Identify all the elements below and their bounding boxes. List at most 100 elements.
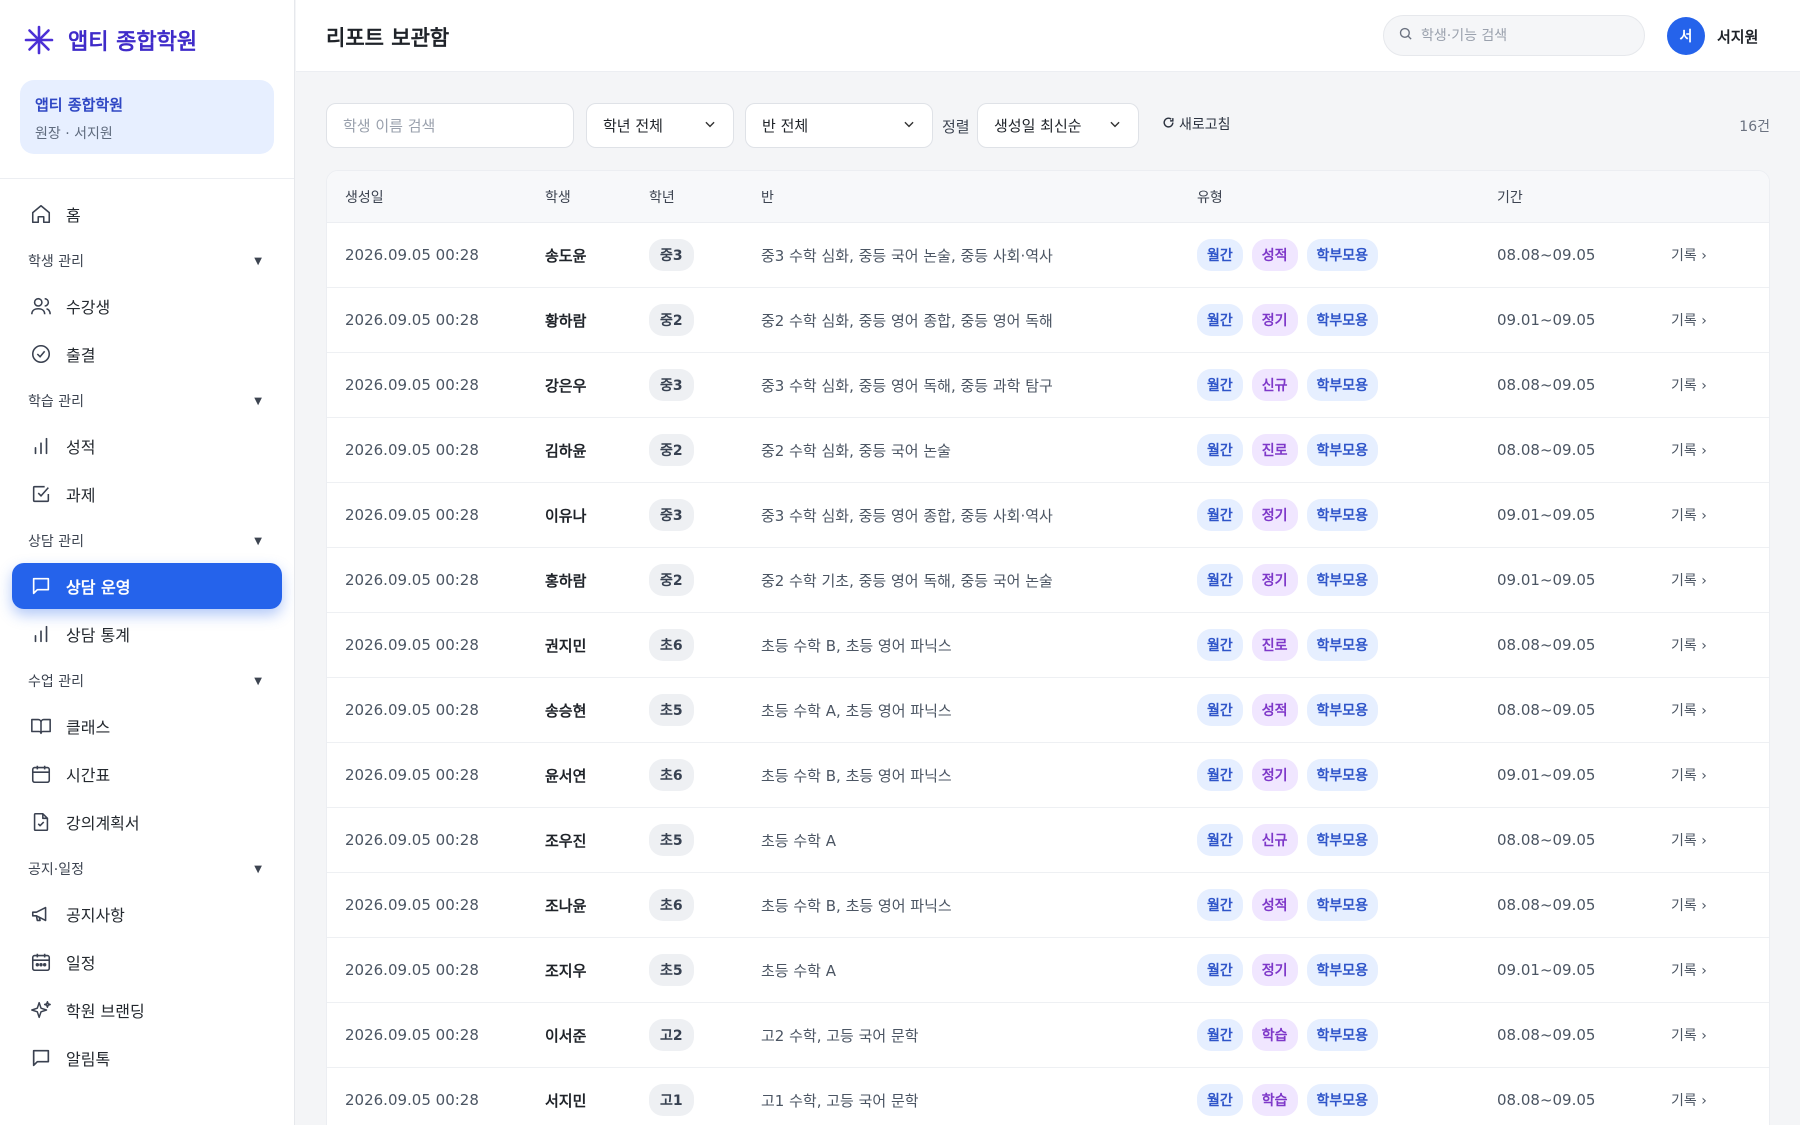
header-type[interactable]: 유형 bbox=[1197, 187, 1497, 207]
section-counsel[interactable]: 상담 관리 ▼ bbox=[12, 521, 282, 561]
table-row[interactable]: 2026.09.05 00:28 김하윤 중2 중2 수학 심화, 중등 국어 논술 월… bbox=[327, 418, 1769, 483]
type-tag-kind: 학습 bbox=[1251, 1019, 1298, 1051]
cell-type: 월간 성적 학부모용 bbox=[1197, 239, 1497, 271]
sidebar-item-timetable[interactable]: 시간표 bbox=[12, 751, 282, 797]
student-name-search[interactable] bbox=[326, 103, 574, 148]
user-name[interactable]: 서지원 bbox=[1717, 26, 1758, 47]
cell-date: 2026.09.05 00:28 bbox=[345, 311, 479, 329]
global-search[interactable] bbox=[1383, 15, 1645, 56]
cell-type: 월간 신규 학부모용 bbox=[1197, 369, 1497, 401]
org-card[interactable]: 앱티 종합학원 원장 · 서지원 bbox=[20, 80, 274, 154]
record-link[interactable]: 기록 › bbox=[1671, 830, 1751, 850]
table-row[interactable]: 2026.09.05 00:28 송도윤 중3 중3 수학 심화, 중등 국어 논술,… bbox=[327, 223, 1769, 288]
sidebar-item-syllabus[interactable]: 강의계획서 bbox=[12, 799, 282, 845]
header-class[interactable]: 반 bbox=[761, 187, 1197, 207]
table-row[interactable]: 2026.09.05 00:28 조지우 초5 초등 수학 A 월간 정기 학부모용 09.0… bbox=[327, 938, 1769, 1003]
sidebar-item-classes[interactable]: 클래스 bbox=[12, 703, 282, 749]
chat-icon bbox=[28, 573, 54, 599]
cell-grade: 중3 bbox=[649, 239, 761, 271]
cell-class: 초등 수학 B, 초등 영어 파닉스 bbox=[761, 636, 952, 655]
record-link[interactable]: 기록 › bbox=[1671, 570, 1751, 590]
table-row[interactable]: 2026.09.05 00:28 이서준 고2 고2 수학, 고등 국어 문학 월간 학습… bbox=[327, 1003, 1769, 1068]
sidebar-item-grades[interactable]: 성적 bbox=[12, 423, 282, 469]
sidebar-item-attendance[interactable]: 출결 bbox=[12, 331, 282, 377]
sidebar-item-branding[interactable]: 학원 브랜딩 bbox=[12, 987, 282, 1033]
grade-badge: 고1 bbox=[649, 1084, 694, 1116]
table-row[interactable]: 2026.09.05 00:28 황하람 중2 중2 수학 심화, 중등 영어 종합,… bbox=[327, 288, 1769, 353]
sidebar-item-notices[interactable]: 공지사항 bbox=[12, 891, 282, 937]
table-row[interactable]: 2026.09.05 00:28 강은우 중3 중3 수학 심화, 중등 영어 독해,… bbox=[327, 353, 1769, 418]
search-input[interactable] bbox=[1421, 27, 1621, 44]
caret-down-icon: ▼ bbox=[254, 255, 262, 267]
table-row[interactable]: 2026.09.05 00:28 홍하람 중2 중2 수학 기초, 중등 영어 독해,… bbox=[327, 548, 1769, 613]
sidebar-item-label: 학원 브랜딩 bbox=[66, 1002, 145, 1021]
record-link[interactable]: 기록 › bbox=[1671, 440, 1751, 460]
table-row[interactable]: 2026.09.05 00:28 서지민 고1 고1 수학, 고등 국어 문학 월간 학습… bbox=[327, 1068, 1769, 1125]
record-link[interactable]: 기록 › bbox=[1671, 700, 1751, 720]
header-grade[interactable]: 학년 bbox=[649, 187, 761, 207]
cell-grade: 중2 bbox=[649, 564, 761, 596]
bar-chart-icon bbox=[28, 433, 54, 459]
sidebar-item-home[interactable]: 홈 bbox=[12, 191, 282, 237]
refresh-button[interactable]: 새로고침 bbox=[1162, 114, 1231, 134]
sidebar-item-alimtalk[interactable]: 알림톡 bbox=[12, 1035, 282, 1081]
record-link[interactable]: 기록 › bbox=[1671, 375, 1751, 395]
cell-date: 2026.09.05 00:28 bbox=[345, 831, 479, 849]
table-row[interactable]: 2026.09.05 00:28 조나윤 초6 초등 수학 B, 초등 영어 파닉스 월… bbox=[327, 873, 1769, 938]
record-link[interactable]: 기록 › bbox=[1671, 635, 1751, 655]
users-icon bbox=[28, 293, 54, 319]
cell-date: 2026.09.05 00:28 bbox=[345, 571, 479, 589]
cell-class: 중3 수학 심화, 중등 영어 종합, 중등 사회·역사 bbox=[761, 506, 1053, 525]
type-tag-kind: 정기 bbox=[1251, 304, 1298, 336]
record-link[interactable]: 기록 › bbox=[1671, 310, 1751, 330]
type-tag-monthly: 월간 bbox=[1197, 824, 1243, 856]
sidebar-item-counsel-ops[interactable]: 상담 운영 bbox=[12, 563, 282, 609]
section-notice[interactable]: 공지·일정 ▼ bbox=[12, 849, 282, 889]
cell-class: 초등 수학 A, 초등 영어 파닉스 bbox=[761, 701, 952, 720]
cell-type: 월간 정기 학부모용 bbox=[1197, 564, 1497, 596]
record-link[interactable]: 기록 › bbox=[1671, 505, 1751, 525]
org-role: 원장 · 서지원 bbox=[35, 126, 113, 142]
record-link[interactable]: 기록 › bbox=[1671, 1025, 1751, 1045]
sidebar-item-students[interactable]: 수강생 bbox=[12, 283, 282, 329]
class-select[interactable]: 반 전체 bbox=[745, 103, 933, 148]
sidebar-item-schedule[interactable]: 일정 bbox=[12, 939, 282, 985]
cell-type: 월간 신규 학부모용 bbox=[1197, 824, 1497, 856]
caret-down-icon: ▼ bbox=[254, 863, 262, 875]
sidebar-item-counsel-stats[interactable]: 상담 통계 bbox=[12, 611, 282, 657]
table-row[interactable]: 2026.09.05 00:28 이유나 중3 중3 수학 심화, 중등 영어 종합,… bbox=[327, 483, 1769, 548]
table-row[interactable]: 2026.09.05 00:28 조우진 초5 초등 수학 A 월간 신규 학부모용 08.0… bbox=[327, 808, 1769, 873]
record-link[interactable]: 기록 › bbox=[1671, 765, 1751, 785]
cell-class: 초등 수학 B, 초등 영어 파닉스 bbox=[761, 896, 952, 915]
cell-type: 월간 성적 학부모용 bbox=[1197, 694, 1497, 726]
section-learning[interactable]: 학습 관리 ▼ bbox=[12, 381, 282, 421]
record-link[interactable]: 기록 › bbox=[1671, 960, 1751, 980]
brand[interactable]: 앱티 종합학원 bbox=[0, 0, 294, 80]
sidebar-item-homework[interactable]: 과제 bbox=[12, 471, 282, 517]
type-tag-audience: 학부모용 bbox=[1306, 954, 1379, 986]
sort-select[interactable]: 생성일 최신순 bbox=[977, 103, 1139, 148]
cell-type: 월간 학습 학부모용 bbox=[1197, 1084, 1497, 1116]
cell-period: 08.08~09.05 bbox=[1497, 441, 1596, 459]
cell-student: 윤서연 bbox=[545, 766, 587, 785]
table-row[interactable]: 2026.09.05 00:28 윤서연 초6 초등 수학 B, 초등 영어 파닉스 월… bbox=[327, 743, 1769, 808]
section-class[interactable]: 수업 관리 ▼ bbox=[12, 661, 282, 701]
chevron-down-icon bbox=[902, 117, 916, 134]
cell-period: 08.08~09.05 bbox=[1497, 896, 1596, 914]
header-student[interactable]: 학생 bbox=[545, 187, 649, 207]
calendar-dots-icon bbox=[28, 949, 54, 975]
table-row[interactable]: 2026.09.05 00:28 권지민 초6 초등 수학 B, 초등 영어 파닉스 월… bbox=[327, 613, 1769, 678]
cell-period: 09.01~09.05 bbox=[1497, 311, 1596, 329]
record-link[interactable]: 기록 › bbox=[1671, 895, 1751, 915]
cell-student: 서지민 bbox=[545, 1091, 587, 1110]
header-period[interactable]: 기간 bbox=[1497, 187, 1671, 207]
record-link[interactable]: 기록 › bbox=[1671, 1090, 1751, 1110]
header-date[interactable]: 생성일 bbox=[327, 187, 545, 207]
cell-grade: 초5 bbox=[649, 954, 761, 986]
grade-badge: 초6 bbox=[649, 629, 694, 661]
table-row[interactable]: 2026.09.05 00:28 송승현 초5 초등 수학 A, 초등 영어 파닉스 월… bbox=[327, 678, 1769, 743]
grade-select[interactable]: 학년 전체 bbox=[586, 103, 734, 148]
section-student[interactable]: 학생 관리 ▼ bbox=[12, 241, 282, 281]
avatar[interactable]: 서 bbox=[1667, 17, 1705, 55]
record-link[interactable]: 기록 › bbox=[1671, 245, 1751, 265]
